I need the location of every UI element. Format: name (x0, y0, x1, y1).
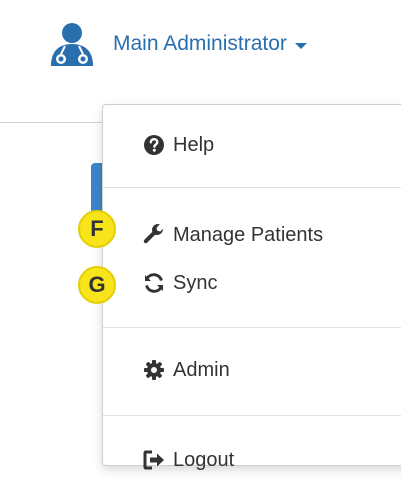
menu-divider (103, 327, 401, 328)
user-dropdown-menu: Help Manage Patients Sync Admin Logout (102, 104, 401, 471)
user-doctor-icon (45, 22, 99, 66)
caret-down-icon (294, 43, 307, 49)
menu-item-sync-label: Sync (173, 271, 218, 294)
user-name: Main Administrator (113, 32, 287, 55)
gear-icon (143, 359, 165, 381)
sign-out-icon (143, 449, 165, 471)
question-circle-icon (143, 134, 165, 156)
menu-divider (103, 187, 401, 188)
refresh-icon (143, 272, 165, 294)
menu-item-sync[interactable]: Sync (103, 263, 401, 303)
menu-item-manage-patients-label: Manage Patients (173, 223, 324, 246)
menu-item-help-label: Help (173, 133, 215, 156)
menu-item-help[interactable]: Help (103, 125, 401, 165)
menu-item-logout[interactable]: Logout (103, 440, 401, 480)
badge-f: F (78, 210, 116, 248)
menu-item-manage-patients[interactable]: Manage Patients (103, 215, 401, 255)
badge-g: G (78, 266, 116, 304)
menu-item-admin[interactable]: Admin (103, 350, 401, 390)
wrench-icon (143, 224, 165, 246)
menu-item-admin-label: Admin (173, 358, 230, 381)
menu-divider (103, 415, 401, 416)
menu-item-logout-label: Logout (173, 448, 235, 471)
navbar-divider (0, 122, 103, 123)
user-menu-toggle[interactable]: Main Administrator (45, 14, 307, 74)
